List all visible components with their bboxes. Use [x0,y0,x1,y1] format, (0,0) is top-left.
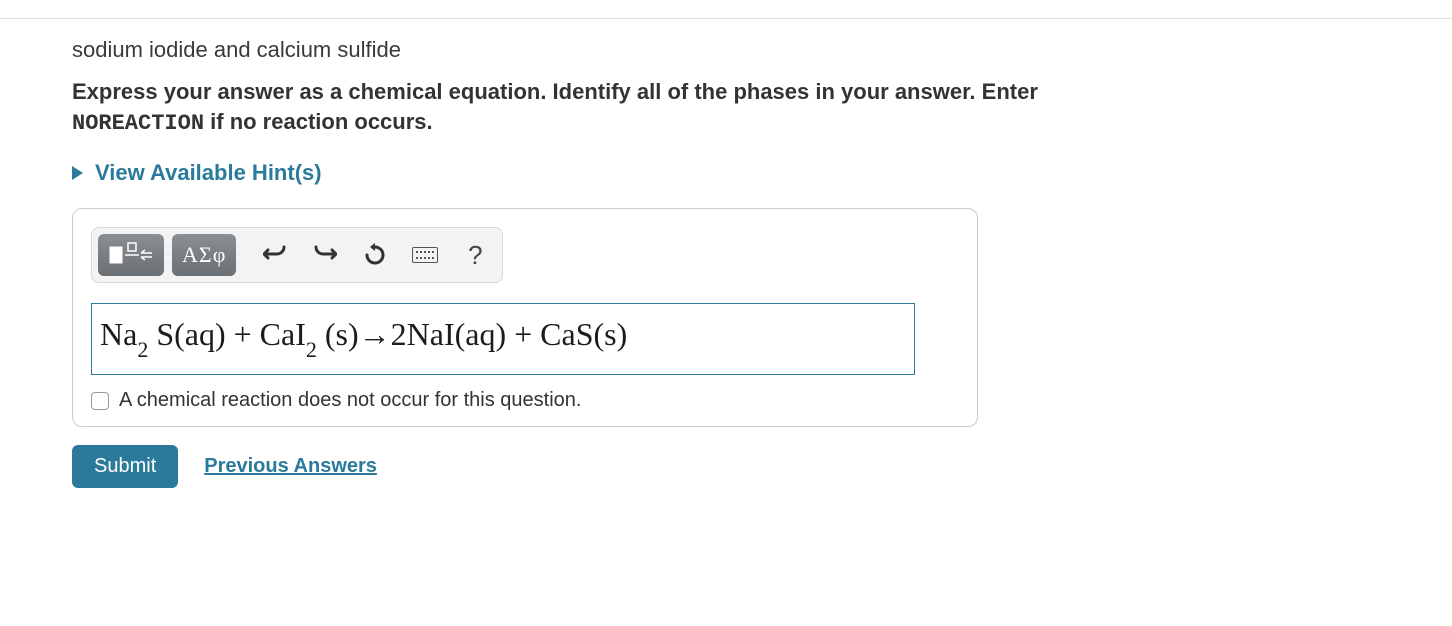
answer-box: ΑΣφ ? Na2 S(aq [72,208,978,427]
fraction-template-icon [108,241,154,269]
reset-button[interactable] [354,234,396,276]
hints-toggle[interactable]: View Available Hint(s) [72,160,322,186]
equation-toolbar: ΑΣφ ? [91,227,503,283]
no-reaction-checkbox[interactable] [91,392,109,410]
instruction-pre: Express your answer as a chemical equati… [72,79,1038,104]
no-reaction-label: A chemical reaction does not occur for t… [119,389,581,412]
hints-label: View Available Hint(s) [95,160,322,186]
keyboard-button[interactable] [404,234,446,276]
submit-button[interactable]: Submit [72,445,178,488]
answer-instruction: Express your answer as a chemical equati… [72,77,1152,138]
question-prompt: sodium iodide and calcium sulfide [72,37,1200,63]
templates-button[interactable] [98,234,164,276]
instruction-code: NOREACTION [72,111,204,136]
keyboard-icon [412,247,438,263]
undo-icon [263,244,287,266]
equation-input[interactable]: Na2 S(aq) + CaI2 (s)→2NaI(aq) + CaS(s) [91,303,915,375]
triangle-right-icon [72,166,83,180]
redo-icon [313,244,337,266]
redo-button[interactable] [304,234,346,276]
greek-symbols-button[interactable]: ΑΣφ [172,234,236,276]
instruction-post: if no reaction occurs. [204,109,433,134]
help-button[interactable]: ? [454,234,496,276]
previous-answers-link[interactable]: Previous Answers [204,455,377,478]
question-container: sodium iodide and calcium sulfide Expres… [0,19,1200,488]
footer-actions: Submit Previous Answers [72,445,1200,488]
no-reaction-row[interactable]: A chemical reaction does not occur for t… [91,389,959,412]
undo-button[interactable] [254,234,296,276]
reset-icon [363,243,387,267]
